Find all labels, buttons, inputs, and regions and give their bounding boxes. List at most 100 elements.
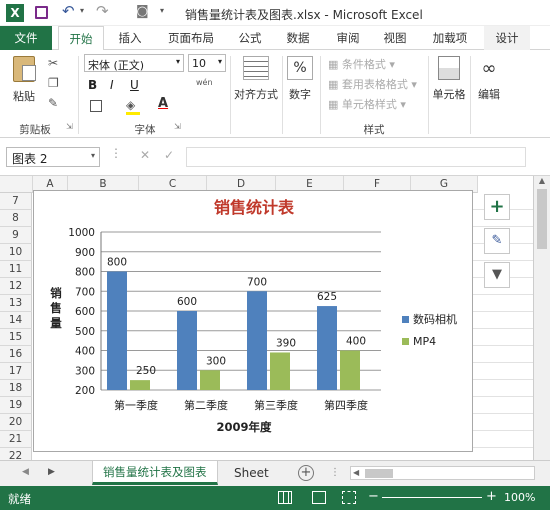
tab-design[interactable]: 设计 xyxy=(484,26,530,50)
zoom-slider[interactable] xyxy=(382,497,482,498)
row-header[interactable]: 20 xyxy=(0,414,32,431)
tab-data[interactable]: 数据 xyxy=(278,26,318,50)
row-header[interactable]: 22 xyxy=(0,448,32,460)
underline-button[interactable]: U xyxy=(130,78,139,92)
zoom-in-icon[interactable]: + xyxy=(486,489,497,504)
scroll-left-icon[interactable]: ◀ xyxy=(353,468,359,477)
legend-swatch xyxy=(402,338,409,345)
x-tick-label: 第三季度 xyxy=(254,398,298,412)
bar xyxy=(177,311,197,390)
chart-elements-button[interactable]: + xyxy=(484,194,510,220)
paste-button[interactable]: 粘贴 xyxy=(6,54,42,114)
row-header[interactable]: 12 xyxy=(0,278,32,295)
cancel-button[interactable]: ✕ xyxy=(140,148,150,162)
cells-button[interactable]: 单元格 xyxy=(430,54,468,102)
x-tick-label: 第一季度 xyxy=(114,398,158,412)
scroll-thumb[interactable] xyxy=(365,469,393,478)
row-header[interactable]: 15 xyxy=(0,329,32,346)
tab-file[interactable]: 文件 xyxy=(0,26,52,50)
row-header[interactable]: 13 xyxy=(0,295,32,312)
table-format-button[interactable]: ▦ 套用表格格式 ▾ xyxy=(328,76,417,92)
scroll-thumb[interactable] xyxy=(537,189,547,249)
sheet-tab-active[interactable]: 销售量统计表及图表 xyxy=(92,461,218,485)
excel-logo-icon[interactable]: X xyxy=(6,4,24,22)
font-color-button[interactable]: A xyxy=(158,96,168,111)
dropdown-arrow-icon[interactable]: ▾ xyxy=(80,6,84,15)
chart-title: 销售统计表 xyxy=(214,198,295,217)
wen-button[interactable]: wén xyxy=(196,78,213,87)
dialog-launcher-icon[interactable]: ⇲ xyxy=(66,122,73,131)
tab-page-layout[interactable]: 页面布局 xyxy=(160,26,222,50)
number-format-button[interactable]: % 数字 xyxy=(284,54,316,102)
bold-button[interactable]: B xyxy=(88,78,97,92)
row-header[interactable]: 17 xyxy=(0,363,32,380)
chevron-down-icon: ▾ xyxy=(175,57,180,66)
chart-area[interactable]: 销售统计表 200 300 400 500 600 700 800 900 1000 销售量第一季度… xyxy=(33,190,473,452)
chart-filters-button[interactable]: ▼ xyxy=(484,262,510,288)
data-label: 625 xyxy=(317,291,337,303)
chart-styles-button[interactable]: ✎ xyxy=(484,228,510,254)
enter-button[interactable]: ✓ xyxy=(164,148,174,162)
x-tick-label: 第四季度 xyxy=(324,398,368,412)
add-sheet-button[interactable]: + xyxy=(298,465,314,481)
italic-button[interactable]: I xyxy=(110,78,114,92)
copy-icon[interactable]: ❐ xyxy=(48,76,59,90)
redo-icon[interactable]: ↷ xyxy=(96,2,109,20)
horizontal-scrollbar[interactable]: ◀ xyxy=(350,466,535,480)
edit-button[interactable]: ∞ 编辑 xyxy=(472,54,506,102)
tab-review[interactable]: 审阅 xyxy=(328,26,368,50)
cut-icon[interactable]: ✂ xyxy=(48,56,58,70)
conditional-format-button[interactable]: ▦ 条件格式 ▾ xyxy=(328,56,395,72)
name-box[interactable]: 图表 2 ▾ xyxy=(6,147,100,167)
paintbrush-icon: ✎ xyxy=(491,233,503,248)
status-bar: 就绪 − + 100% xyxy=(0,486,550,510)
bar xyxy=(340,350,360,390)
row-header[interactable]: 10 xyxy=(0,244,32,261)
chart-svg: 销售统计表 200 300 400 500 600 700 800 900 1000 销售量第一季度… xyxy=(49,198,457,434)
cell-style-button[interactable]: ▦ 单元格样式 ▾ xyxy=(328,96,406,112)
tab-home[interactable]: 开始 xyxy=(58,26,104,50)
page-break-view-icon[interactable] xyxy=(342,491,356,504)
font-size-select[interactable]: 10 ▾ xyxy=(188,54,226,72)
tab-insert[interactable]: 插入 xyxy=(110,26,150,50)
page-layout-view-icon[interactable] xyxy=(312,491,326,504)
formula-bar: 图表 2 ▾ ⋮ ✕ ✓ xyxy=(0,138,550,176)
tab-view[interactable]: 视图 xyxy=(375,26,415,50)
zoom-level[interactable]: 100% xyxy=(504,491,535,504)
row-header[interactable]: 16 xyxy=(0,346,32,363)
zoom-out-icon[interactable]: − xyxy=(368,489,379,504)
border-icon[interactable] xyxy=(90,100,102,112)
clipboard-icon xyxy=(13,56,36,82)
customize-qat-icon[interactable]: ▾ xyxy=(160,6,164,15)
next-sheet-icon[interactable]: ▶ xyxy=(48,467,55,477)
font-name-select[interactable]: 宋体 (正文) ▾ xyxy=(84,54,184,72)
row-header[interactable]: 7 xyxy=(0,193,32,210)
bar xyxy=(200,370,220,390)
row-header[interactable]: 21 xyxy=(0,431,32,448)
row-header[interactable]: 18 xyxy=(0,380,32,397)
tab-split-icon[interactable]: ⋮ xyxy=(330,467,340,478)
scroll-up-icon[interactable]: ▲ xyxy=(534,176,550,185)
tab-addins[interactable]: 加载项 xyxy=(422,26,478,50)
row-header[interactable]: 11 xyxy=(0,261,32,278)
format-painter-icon[interactable]: ✎ xyxy=(48,96,58,110)
row-header[interactable]: 8 xyxy=(0,210,32,227)
row-header[interactable]: 9 xyxy=(0,227,32,244)
save-icon[interactable] xyxy=(35,6,48,19)
dialog-launcher-icon[interactable]: ⇲ xyxy=(174,122,181,131)
normal-view-icon[interactable] xyxy=(278,491,292,504)
row-header[interactable]: 14 xyxy=(0,312,32,329)
prev-sheet-icon[interactable]: ◀ xyxy=(22,467,29,477)
align-icon xyxy=(243,56,269,80)
sheet-tab[interactable]: Sheet xyxy=(226,461,277,485)
fill-color-icon[interactable]: ◈ xyxy=(126,98,140,115)
formula-input[interactable] xyxy=(186,147,526,167)
vertical-scrollbar[interactable]: ▲ xyxy=(533,176,550,460)
y-axis-label-char: 售 xyxy=(49,301,62,315)
alignment-button[interactable]: 对齐方式 xyxy=(232,54,280,102)
row-header[interactable]: 19 xyxy=(0,397,32,414)
undo-icon[interactable]: ↶ xyxy=(62,2,75,20)
camera-icon[interactable]: ◙ xyxy=(136,4,149,19)
select-all-corner[interactable] xyxy=(0,176,33,193)
tab-formulas[interactable]: 公式 xyxy=(230,26,270,50)
